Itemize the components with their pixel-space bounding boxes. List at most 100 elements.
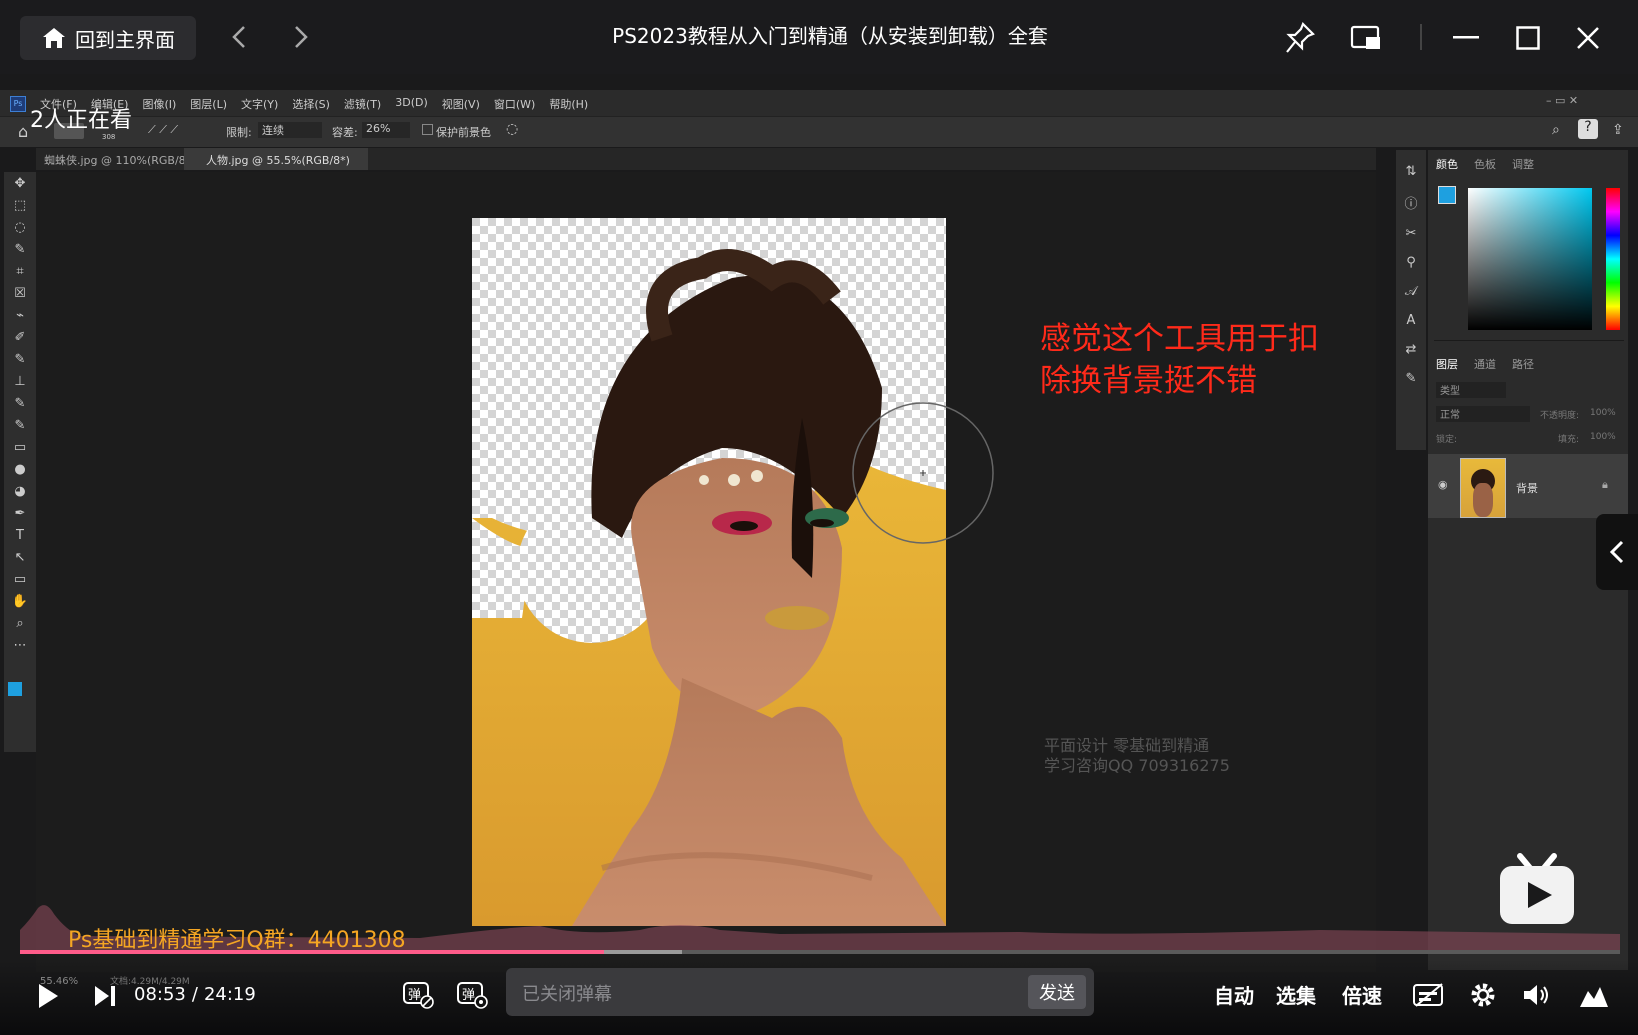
ps-channels-tab: 通道 [1474, 358, 1496, 371]
ps-tool-icon: ✒ [14, 506, 26, 521]
close-icon[interactable] [1568, 18, 1608, 58]
ps-tool-icon: ⌗ [16, 264, 24, 279]
gear-icon [1471, 983, 1495, 1007]
ps-opacity-value: 100% [1590, 408, 1616, 418]
ps-fill-value: 100% [1590, 432, 1616, 442]
pin-icon[interactable] [1280, 18, 1320, 58]
ps-tool-icon: ⬚ [13, 198, 27, 213]
next-button[interactable] [88, 978, 122, 1014]
video-title: PS2023教程从入门到精通（从安装到卸载）全套 [612, 24, 1048, 48]
ps-tab-1: 蜘蛛侠.jpg @ 110%(RGB/8) [44, 154, 190, 167]
danmaku-placeholder: 已关闭弹幕 [522, 984, 612, 1005]
ps-protect-checkbox [422, 124, 433, 135]
ps-panel-strip-icon: ⓘ [1404, 197, 1418, 212]
subtitle-button[interactable] [1410, 978, 1448, 1012]
back-arrow-icon[interactable] [224, 22, 254, 52]
ps-document-tabs: 蜘蛛侠.jpg @ 110%(RGB/8) 人物.jpg @ 55.5%(RGB… [36, 148, 1376, 170]
video-annotation: 感觉这个工具用于扣 除换背景挺不错 [1040, 318, 1360, 402]
chevron-left-icon [1609, 540, 1624, 564]
ps-menu-item: 滤镜(T) [343, 98, 382, 111]
ps-share-icon: ⇪ [1612, 122, 1624, 138]
ps-pressure-icon: ◌ [506, 121, 519, 137]
danmaku-settings-button[interactable]: 弹 [454, 976, 490, 1012]
minimize-icon[interactable] [1446, 18, 1486, 58]
danmaku-toggle-button[interactable]: 弹 [400, 976, 436, 1012]
ps-sampling-icons: ⟋ ⟋ ⟋ [148, 123, 179, 136]
ps-menu-item: 帮助(H) [549, 98, 589, 111]
ps-help-icon: ? [1578, 119, 1598, 139]
ps-adjust-tab: 调整 [1512, 158, 1534, 171]
next-icon [95, 986, 115, 1006]
time-separator: / [191, 984, 198, 1005]
ps-panel-strip-icon: 𝒜 [1404, 284, 1418, 299]
total-time: 24:19 [203, 984, 256, 1005]
quality-auto-button[interactable]: 自动 [1214, 980, 1254, 1009]
progress-played [20, 950, 604, 954]
ps-tool-icon: ◕ [14, 484, 26, 499]
brush-cursor-circle [852, 402, 994, 544]
title-divider [1420, 24, 1422, 50]
ps-layer-thumbnail [1460, 458, 1506, 518]
ps-blend-mode: 正常 [1436, 406, 1530, 422]
play-icon [39, 984, 58, 1008]
fullscreen-icon [1580, 987, 1608, 1007]
ps-tool-icon: ✥ [14, 176, 26, 191]
ps-tolerance-label: 容差: [332, 126, 358, 139]
ps-foreground-color [8, 682, 22, 696]
ps-eye-icon: ◉ [1438, 478, 1448, 491]
ps-tool-icon: ⌕ [16, 616, 24, 631]
ps-panel-strip-icon: ✂ [1405, 226, 1417, 241]
play-button[interactable] [30, 976, 66, 1016]
mini-player-icon[interactable] [1346, 18, 1386, 58]
ps-menu-item: 选择(S) [292, 98, 330, 111]
ps-document-canvas [472, 218, 946, 926]
ps-paths-tab: 路径 [1512, 358, 1534, 371]
ps-tool-icon: ▭ [13, 572, 27, 587]
ps-lock-label: 锁定: [1436, 435, 1458, 445]
ps-panel-strip-icon: ⇄ [1405, 342, 1417, 357]
ps-layer-kind-filter: 类型 [1436, 382, 1506, 398]
ps-protect-label: 保护前景色 [436, 126, 491, 139]
ps-toolbar: ✥ ⬚ ◌ ✎ ⌗ ☒ ⌁ ✐ ✎ ⊥ ✎ ✎ ▭ ● ◕ ✒ T ↖ ▭ ✋ ⌕ ⋯ [4, 172, 36, 752]
maximize-icon[interactable] [1508, 18, 1548, 58]
ps-hue-slider [1606, 188, 1620, 330]
ps-panel-strip-icon: ⚲ [1406, 255, 1416, 270]
watermark-line-2: 学习咨询QQ 709316275 [1044, 756, 1230, 775]
ps-tool-icon: ▭ [13, 440, 27, 455]
annotation-line-2: 除换背景挺不错 [1040, 363, 1257, 399]
danmaku-send-button[interactable]: 发送 [1028, 975, 1086, 1009]
back-to-home-button[interactable]: 回到主界面 [20, 16, 196, 60]
ps-tool-icon: ✋ [11, 594, 29, 609]
ps-layer-name: 背景 [1516, 482, 1538, 495]
subtitle-icon [1413, 983, 1443, 1007]
ps-menu-item: 图像(I) [142, 98, 177, 111]
ps-panel-strip-icon: ✎ [1405, 371, 1417, 386]
svg-text:弹: 弹 [462, 988, 475, 1003]
side-panel-toggle[interactable] [1596, 514, 1638, 590]
ps-tool-icon: ◌ [14, 220, 26, 235]
video-watermark: 平面设计 零基础到精通 学习咨询QQ 709316275 [1044, 736, 1230, 776]
ps-color-panel-tabs: 颜色 色板 调整 [1436, 156, 1534, 172]
ps-panel-strip-icon: ⇅ [1405, 164, 1417, 179]
home-label: 回到主界面 [75, 27, 175, 52]
fullscreen-button[interactable] [1574, 978, 1614, 1012]
ps-panel-strip-icon: A [1406, 313, 1416, 328]
ps-menu-item: 窗口(W) [493, 98, 536, 111]
settings-button[interactable] [1466, 978, 1500, 1012]
episodes-button[interactable]: 选集 [1276, 980, 1316, 1009]
ps-limit-label: 限制: [226, 126, 252, 139]
forward-arrow-icon[interactable] [286, 22, 316, 52]
danmaku-settings-icon: 弹 [457, 982, 488, 1009]
ps-home-icon: ⌂ [18, 122, 29, 141]
speed-button[interactable]: 倍速 [1342, 980, 1382, 1009]
ps-menu-item: 文字(Y) [241, 98, 279, 111]
ps-tool-icon: ☒ [14, 286, 26, 301]
ps-panel-fg-swatch [1438, 186, 1456, 204]
volume-button[interactable] [1520, 978, 1554, 1012]
ps-panel-divider [1434, 340, 1624, 341]
annotation-line-1: 感觉这个工具用于扣 [1040, 321, 1319, 357]
ps-tool-icon: ✎ [14, 396, 26, 411]
ps-layer-lock-icon: 🔒︎ [1602, 478, 1608, 491]
ps-menu-bar: Ps 文件(F) 编辑(E) 图像(I) 图层(L) 文字(Y) 选择(S) 滤镜(T) 3D… [0, 90, 1638, 116]
ps-layers-tab: 图层 [1436, 358, 1458, 371]
